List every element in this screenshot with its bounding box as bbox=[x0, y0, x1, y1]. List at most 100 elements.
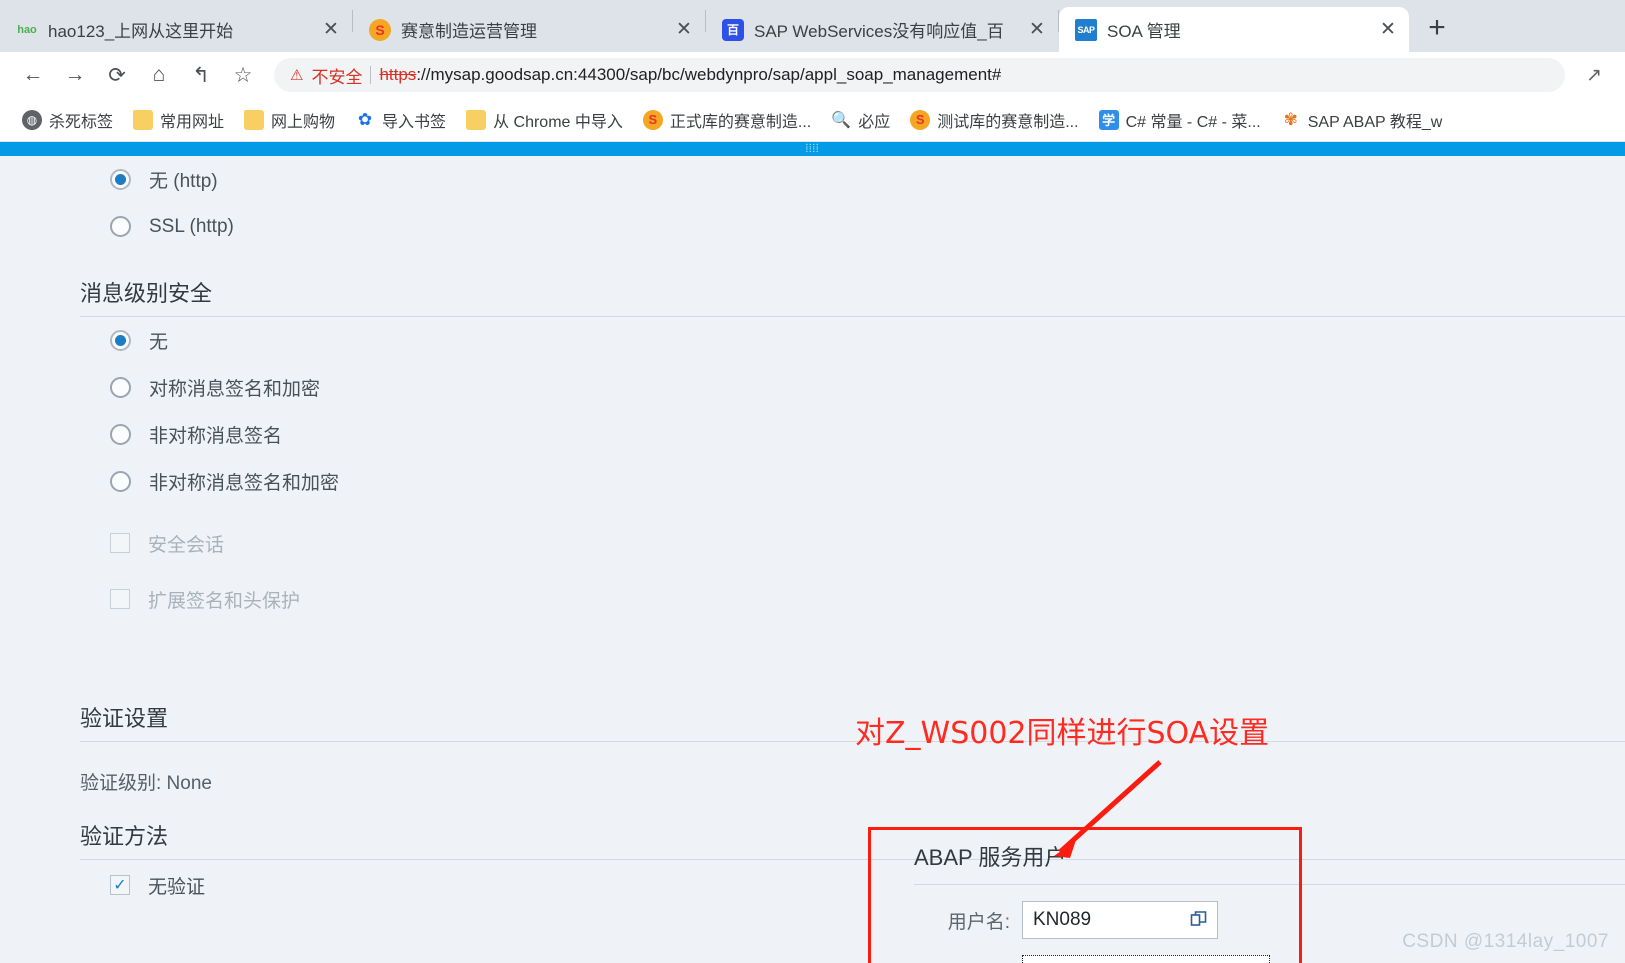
bookmark-item[interactable]: 网上购物 bbox=[234, 104, 345, 136]
message-security-heading: 消息级别安全 bbox=[80, 281, 213, 306]
message-security-option-symmetric-sign-encrypt[interactable]: 对称消息签名和加密 bbox=[0, 364, 1625, 411]
checkbox-icon[interactable]: ✓ bbox=[110, 875, 130, 895]
share-icon[interactable]: ↗ bbox=[1577, 58, 1611, 92]
section-divider bbox=[80, 741, 1625, 742]
tab-title: SAP WebServices没有响应值_百 bbox=[754, 22, 1004, 41]
message-security-option-asymmetric-sign-encrypt[interactable]: 非对称消息签名和加密 bbox=[0, 458, 1625, 505]
tab-close-icon[interactable]: ✕ bbox=[671, 17, 697, 43]
checkbox-icon: ✓ bbox=[110, 589, 130, 609]
bookmark-label: SAP ABAP 教程_w bbox=[1307, 113, 1443, 131]
option-label: SSL (http) bbox=[149, 215, 234, 237]
username-input[interactable]: KN089 bbox=[1022, 901, 1218, 939]
gear-icon: ✿ bbox=[357, 109, 373, 129]
saiyi-icon: S bbox=[910, 109, 931, 130]
section-divider bbox=[914, 884, 1625, 885]
bookmark-label: 导入书签 bbox=[382, 113, 447, 131]
bookmark-item[interactable]: S 正式库的赛意制造... bbox=[633, 104, 821, 136]
browser-tab-hao123[interactable]: hao hao123_上网从这里开始 ✕ bbox=[0, 7, 352, 52]
home-icon[interactable]: ⌂ bbox=[140, 56, 178, 94]
tab-close-icon[interactable]: ✕ bbox=[1375, 17, 1401, 43]
transport-option-ssl[interactable]: SSL (http) bbox=[0, 203, 1625, 250]
browser-window: hao hao123_上网从这里开始 ✕ S 赛意制造运营管理 ✕ 百 SAP … bbox=[0, 0, 1625, 963]
url-text[interactable]: https://mysap.goodsap.cn:44300/sap/bc/we… bbox=[379, 65, 1001, 85]
new-tab-button[interactable]: + bbox=[1415, 6, 1459, 50]
option-label: 对称消息签名和加密 bbox=[149, 379, 321, 400]
browser-tab-saiyi[interactable]: S 赛意制造运营管理 ✕ bbox=[353, 7, 705, 52]
omnibox-divider bbox=[370, 66, 372, 84]
bookmark-item[interactable]: 从 Chrome 中导入 bbox=[456, 104, 633, 136]
bookmark-label: 正式库的赛意制造... bbox=[669, 113, 812, 131]
password-field-row: 密码: •••••••••• bbox=[890, 955, 1320, 963]
bookmark-item[interactable]: ✾ SAP ABAP 教程_w bbox=[1271, 104, 1453, 136]
checkbox-label: 扩展签名和头保护 bbox=[148, 590, 301, 612]
tab-title: hao123_上网从这里开始 bbox=[48, 22, 234, 41]
tab-close-icon[interactable]: ✕ bbox=[318, 17, 344, 43]
transport-option-none[interactable]: 无 (http) bbox=[0, 156, 1625, 203]
checkbox-label: 无验证 bbox=[148, 876, 206, 898]
radio-icon[interactable] bbox=[110, 216, 131, 237]
radio-icon[interactable] bbox=[110, 169, 131, 190]
bookmark-item[interactable]: ◍ 杀死标签 bbox=[12, 104, 123, 136]
radio-icon[interactable] bbox=[110, 424, 131, 445]
folder-icon bbox=[244, 109, 265, 130]
page-viewport: ⦙⦙⦙⦙ 无 (http) SSL (http) 消息级别安全 无 对称消息签名… bbox=[0, 142, 1625, 963]
browser-tab-soa-management[interactable]: SAP SOA 管理 ✕ bbox=[1059, 7, 1409, 52]
bookmark-label: 测试库的赛意制造... bbox=[937, 113, 1079, 131]
radio-icon[interactable] bbox=[110, 330, 131, 351]
warning-triangle-icon: ⚠ bbox=[290, 67, 304, 84]
tab-close-icon[interactable]: ✕ bbox=[1024, 17, 1050, 43]
bookmark-label: 从 Chrome 中导入 bbox=[493, 113, 623, 131]
panel-splitter[interactable]: ⦙⦙⦙⦙ bbox=[0, 142, 1625, 156]
search-icon: 🔍 bbox=[831, 111, 852, 129]
url-scheme: https bbox=[379, 65, 417, 84]
option-label: 无 bbox=[149, 332, 169, 353]
message-security-option-asymmetric-sign[interactable]: 非对称消息签名 bbox=[0, 411, 1625, 458]
address-bar[interactable]: ⚠ 不安全 https://mysap.goodsap.cn:44300/sap… bbox=[274, 58, 1565, 92]
undo-icon[interactable]: ↰ bbox=[182, 56, 220, 94]
bookmark-item[interactable]: S 测试库的赛意制造... bbox=[900, 104, 1088, 136]
folder-icon bbox=[133, 109, 154, 130]
auth-level-text: 验证级别: None bbox=[80, 773, 212, 794]
checkbox-icon: ✓ bbox=[110, 533, 130, 553]
soa-configuration-form: 无 (http) SSL (http) 消息级别安全 无 对称消息签名和加密 非… bbox=[0, 156, 1625, 963]
radio-icon[interactable] bbox=[110, 471, 131, 492]
watermark: CSDN @1314lay_1007 bbox=[1402, 931, 1609, 952]
password-input[interactable]: •••••••••• bbox=[1022, 955, 1270, 963]
option-label: 无 (http) bbox=[149, 171, 218, 192]
saiyi-icon: S bbox=[642, 109, 663, 130]
xue-icon: 学 bbox=[1098, 109, 1119, 130]
username-value: KN089 bbox=[1033, 909, 1092, 930]
sap-icon: SAP bbox=[1075, 18, 1097, 41]
checkbox-secure-session: ✓ 安全会话 bbox=[0, 515, 1625, 571]
flower-icon: ✾ bbox=[1283, 109, 1298, 129]
bookmark-item[interactable]: 🔍 必应 bbox=[821, 104, 900, 136]
globe-icon: ◍ bbox=[22, 109, 42, 130]
checkbox-label: 安全会话 bbox=[148, 534, 225, 556]
forward-icon[interactable]: → bbox=[56, 56, 94, 94]
message-security-option-none[interactable]: 无 bbox=[0, 317, 1625, 364]
splitter-grip-icon[interactable]: ⦙⦙⦙⦙ bbox=[806, 143, 820, 155]
security-warning-label[interactable]: 不安全 bbox=[311, 63, 362, 88]
bookmark-item[interactable]: 学 C# 常量 - C# - 菜... bbox=[1089, 104, 1271, 136]
back-icon[interactable]: ← bbox=[14, 56, 52, 94]
checkbox-extended-signature-header-protection: ✓ 扩展签名和头保护 bbox=[0, 571, 1625, 627]
username-label: 用户名: bbox=[947, 911, 1010, 933]
browser-toolbar: ← → ⟳ ⌂ ↰ ☆ ⚠ 不安全 https://mysap.goodsap.… bbox=[0, 52, 1625, 98]
baidu-icon: 百 bbox=[722, 18, 744, 41]
saiyi-icon: S bbox=[369, 18, 391, 41]
radio-icon[interactable] bbox=[110, 377, 131, 398]
hao123-icon: hao bbox=[17, 23, 37, 36]
bookmark-label: 杀死标签 bbox=[49, 113, 114, 131]
annotation-text: 对Z_WS002同样进行SOA设置 bbox=[855, 716, 1270, 751]
bookmark-item[interactable]: ✿ 导入书签 bbox=[345, 104, 456, 136]
annotation-arrow-icon bbox=[1054, 760, 1162, 858]
checkbox-no-authentication[interactable]: ✓ 无验证 bbox=[0, 860, 1625, 910]
reload-icon[interactable]: ⟳ bbox=[98, 56, 136, 94]
auth-method-heading: 验证方法 bbox=[80, 824, 169, 849]
browser-tab-sap-webservices[interactable]: 百 SAP WebServices没有响应值_百 ✕ bbox=[706, 7, 1058, 52]
bookmarks-bar: ◍ 杀死标签 常用网址 网上购物 ✿ 导入书签 从 Chrome 中导入 S 正… bbox=[0, 98, 1625, 142]
value-help-icon[interactable] bbox=[1190, 910, 1208, 931]
bookmark-item[interactable]: 常用网址 bbox=[123, 104, 234, 136]
bookmark-star-icon[interactable]: ☆ bbox=[224, 56, 262, 94]
option-label: 非对称消息签名和加密 bbox=[149, 473, 340, 494]
